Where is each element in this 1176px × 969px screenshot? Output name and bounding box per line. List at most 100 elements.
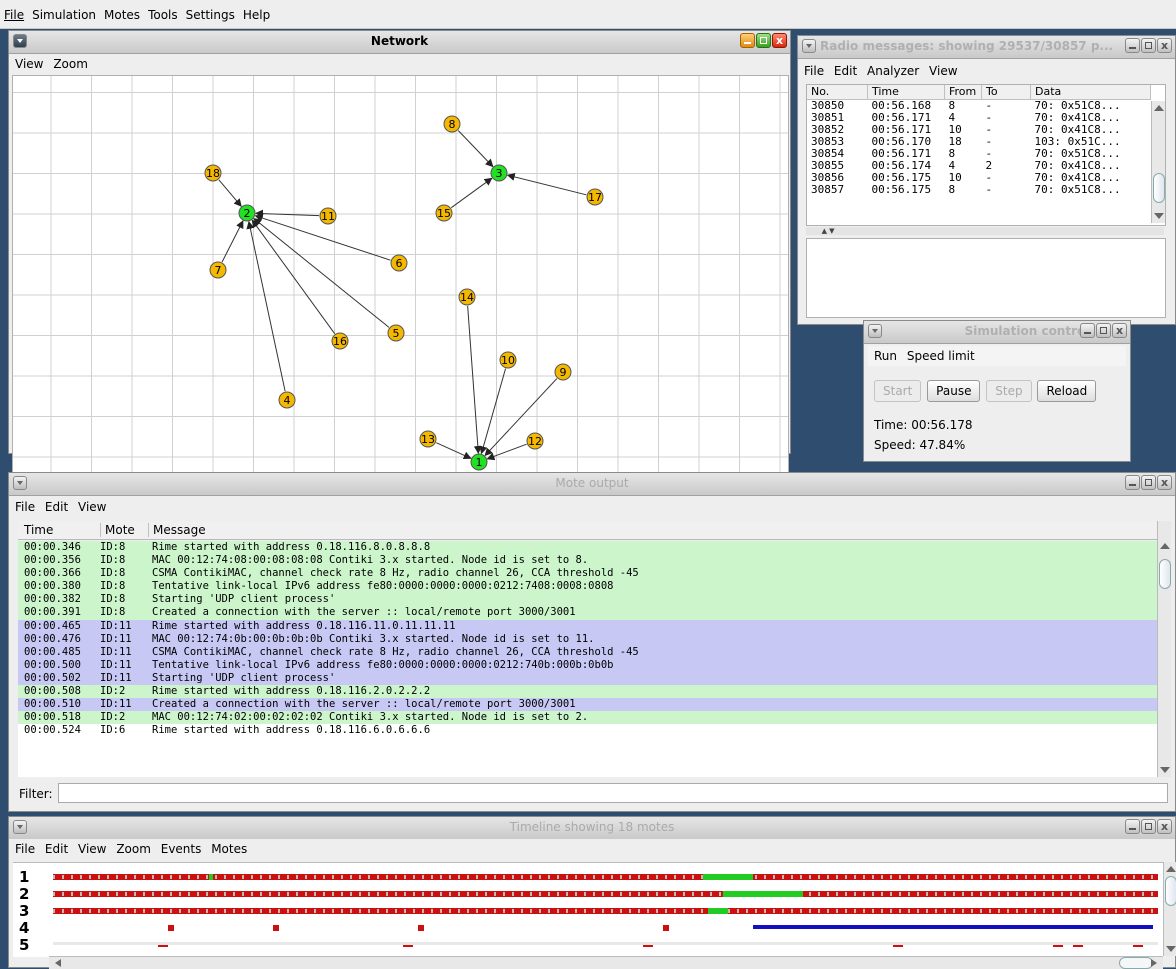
timeline-menu-zoom[interactable]: Zoom [110,839,151,856]
col-data[interactable]: Data [1030,85,1151,100]
moteoutput-scrollbar[interactable] [1157,521,1171,777]
start-button[interactable]: Start [874,380,922,402]
maximize-icon[interactable] [1141,475,1156,490]
table-row[interactable]: 00:00.508 ID:2 Rime started with address 0… [18,685,1166,699]
mote-node-9[interactable]: 9 [554,363,572,381]
mote-node-3[interactable]: 3 [490,164,508,182]
table-row[interactable]: 00:00.391 ID:8 Created a connection with t… [18,606,1166,620]
timeline-canvas[interactable]: 1 2 3 4 5 [13,862,1163,957]
simcontrol-menu-speed-limit[interactable]: Speed limit [901,346,975,363]
mote-node-4[interactable]: 4 [278,391,296,409]
mote-node-8[interactable]: 8 [443,115,461,133]
timeline-mote-label[interactable]: 3 [19,904,29,919]
table-row[interactable]: 00:00.510 ID:11 Created a connection with … [18,698,1166,712]
timeline-menu-events[interactable]: Events [155,839,202,856]
moteoutput-menu-edit[interactable]: Edit [39,497,68,514]
network-menu-zoom[interactable]: Zoom [47,54,88,71]
network-menu-view[interactable]: View [9,54,43,71]
radio-menu-view[interactable]: View [923,61,957,78]
filter-input[interactable] [58,783,1168,803]
simcontrol-titlebar[interactable]: Simulation control x [864,321,1130,344]
timeline-scrollbar[interactable] [1163,862,1176,956]
table-row[interactable]: 00:00.524 ID:6 Rime started with address 0… [18,724,1166,738]
table-row[interactable]: 00:00.346 ID:8 Rime started with address 0… [18,541,1166,555]
radio-split-divider[interactable]: ▲ ▼ [806,227,1164,235]
scroll-up-icon[interactable] [1154,105,1164,111]
scroll-up-icon[interactable] [1160,543,1170,549]
scroll-down-icon[interactable] [1154,213,1164,219]
table-row[interactable]: 00:00.485 ID:11 CSMA ContikiMAC, channel c… [18,645,1166,659]
col-time[interactable]: Time [24,523,53,537]
col-message[interactable]: Message [148,523,206,537]
timeline-menu-file[interactable]: File [9,839,35,856]
mote-node-14[interactable]: 14 [458,288,476,306]
window-menu-icon[interactable] [868,324,882,338]
mote-node-16[interactable]: 16 [331,332,349,350]
mote-node-18[interactable]: 18 [204,164,222,182]
table-row[interactable]: 30857 00:56.175 8 - 70: 0x51C8... [807,184,1151,196]
table-row[interactable]: 00:00.356 ID:8 MAC 00:12:74:08:00:08:08:08… [18,554,1166,568]
step-button[interactable]: Step [986,380,1032,402]
timeline-menu-motes[interactable]: Motes [205,839,247,856]
table-row[interactable]: 00:00.502 ID:11 Starting 'UDP client proce… [18,671,1166,686]
minimize-icon[interactable] [1125,819,1140,834]
mote-node-10[interactable]: 10 [499,351,517,369]
col-no[interactable]: No. [807,85,868,100]
scroll-right-icon[interactable] [1151,959,1157,967]
mote-node-6[interactable]: 6 [390,254,408,272]
minimize-icon[interactable] [1125,475,1140,490]
mote-node-13[interactable]: 13 [419,430,437,448]
timeline-titlebar[interactable]: Timeline showing 18 motes x [9,817,1175,840]
table-row[interactable]: 00:00.380 ID:8 Tentative link-local IPv6 a… [18,580,1166,594]
mote-node-2[interactable]: 2 [238,204,256,222]
timeline-mote-label[interactable]: 2 [19,887,29,902]
mote-node-12[interactable]: 12 [526,432,544,450]
close-icon[interactable]: x [1157,475,1172,490]
menu-file[interactable]: File [0,0,28,22]
mote-node-7[interactable]: 7 [209,261,227,279]
maximize-icon[interactable] [756,33,771,48]
table-row[interactable]: 00:00.500 ID:11 Tentative link-local IPv6 … [18,658,1166,672]
col-mote[interactable]: Mote [100,523,135,537]
scroll-up-icon[interactable] [1166,866,1176,872]
reload-button[interactable]: Reload [1037,380,1097,402]
minimize-icon[interactable] [1125,38,1140,53]
mote-node-1[interactable]: 1 [470,453,488,471]
radio-titlebar[interactable]: Radio messages: showing 29537/30857 p...… [798,36,1175,59]
radio-scrollbar[interactable] [1151,101,1165,223]
menu-tools[interactable]: Tools [144,0,182,22]
close-icon[interactable]: x [772,33,787,48]
close-icon[interactable]: x [1157,38,1172,53]
menu-motes[interactable]: Motes [100,0,144,22]
scroll-thumb[interactable] [1159,559,1171,589]
mote-node-5[interactable]: 5 [387,324,405,342]
network-titlebar[interactable]: Network x [9,31,790,54]
table-row[interactable]: 00:00.476 ID:11 MAC 00:12:74:0b:00:0b:0b:0… [18,632,1166,646]
mote-node-11[interactable]: 11 [319,207,337,225]
moteoutput-menu-view[interactable]: View [72,497,106,514]
col-from[interactable]: From [944,85,982,100]
menu-simulation[interactable]: Simulation [28,0,100,22]
pause-button[interactable]: Pause [927,380,981,402]
col-time[interactable]: Time [867,85,945,100]
scroll-thumb[interactable] [1165,876,1176,906]
maximize-icon[interactable] [1096,323,1111,338]
menu-settings[interactable]: Settings [182,0,239,22]
minimize-icon[interactable] [1080,323,1095,338]
timeline-mote-label[interactable]: 1 [19,870,29,885]
radio-menu-edit[interactable]: Edit [828,61,857,78]
moteoutput-menu-file[interactable]: File [9,497,35,514]
radio-menu-file[interactable]: File [798,61,824,78]
moteoutput-titlebar[interactable]: Mote output x [9,473,1175,496]
timeline-menu-edit[interactable]: Edit [39,839,68,856]
mote-node-15[interactable]: 15 [435,204,453,222]
maximize-icon[interactable] [1141,38,1156,53]
timeline-hscrollbar[interactable] [49,956,1163,969]
mote-node-17[interactable]: 17 [586,188,604,206]
table-row[interactable]: 00:00.366 ID:8 CSMA ContikiMAC, channel ch… [18,567,1166,581]
timeline-menu-view[interactable]: View [72,839,106,856]
table-row[interactable]: 00:00.382 ID:8 Starting 'UDP client proces… [18,593,1166,607]
timeline-mote-label[interactable]: 4 [19,921,29,936]
table-row[interactable]: 00:00.465 ID:11 Rime started with address … [18,619,1166,633]
scroll-thumb[interactable] [1119,957,1153,969]
